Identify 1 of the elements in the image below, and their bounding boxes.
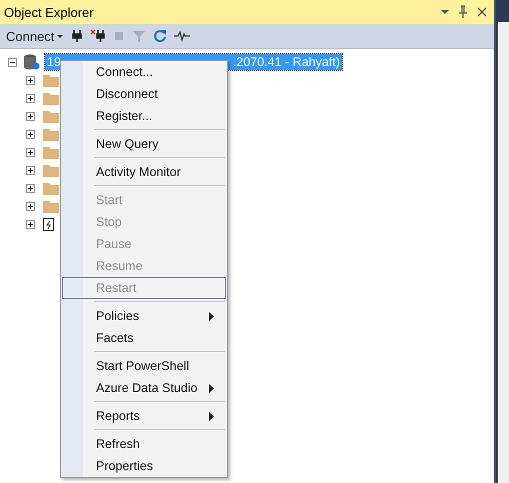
panel-title: Object Explorer xyxy=(4,4,94,20)
